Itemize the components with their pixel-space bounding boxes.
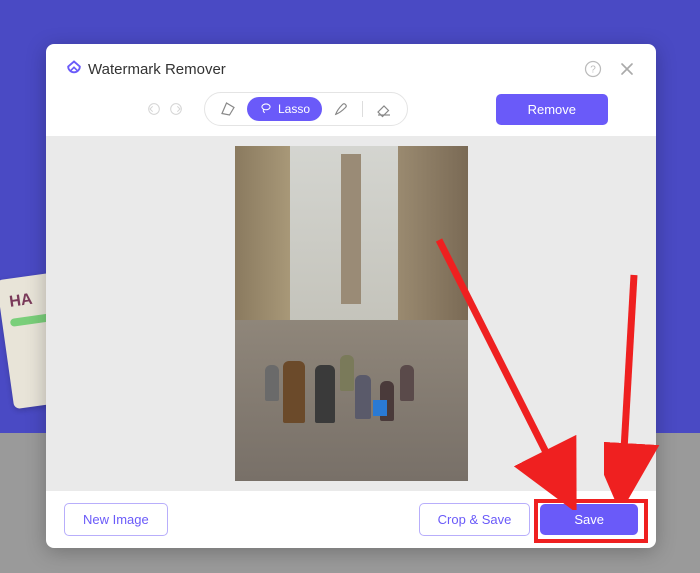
lasso-label: Lasso: [278, 102, 310, 116]
lasso-tool-button[interactable]: Lasso: [247, 97, 322, 121]
remove-button[interactable]: Remove: [496, 94, 608, 125]
polygon-tool-button[interactable]: [213, 97, 243, 121]
canvas-area[interactable]: [46, 136, 656, 491]
app-title: Watermark Remover: [88, 61, 582, 78]
history-buttons: [144, 99, 186, 119]
dialog-footer: New Image Crop & Save Save: [46, 491, 656, 548]
tool-selector: Lasso: [204, 92, 408, 126]
new-image-button[interactable]: New Image: [64, 503, 168, 536]
toolbar: Lasso Remove: [46, 86, 656, 136]
image-preview[interactable]: [235, 146, 468, 481]
svg-text:?: ?: [590, 64, 596, 75]
tool-separator: [362, 101, 363, 117]
save-button[interactable]: Save: [540, 504, 638, 535]
help-button[interactable]: ?: [582, 58, 604, 80]
app-logo-icon: [64, 59, 84, 79]
redo-button[interactable]: [166, 99, 186, 119]
crop-and-save-button[interactable]: Crop & Save: [419, 503, 531, 536]
lasso-icon: [259, 101, 273, 118]
close-button[interactable]: [616, 58, 638, 80]
watermark-remover-dialog: Watermark Remover ?: [46, 44, 656, 548]
undo-button[interactable]: [144, 99, 164, 119]
brush-tool-button[interactable]: [326, 97, 356, 121]
header-actions: ?: [582, 58, 638, 80]
eraser-tool-button[interactable]: [369, 97, 399, 121]
dialog-header: Watermark Remover ?: [46, 44, 656, 86]
